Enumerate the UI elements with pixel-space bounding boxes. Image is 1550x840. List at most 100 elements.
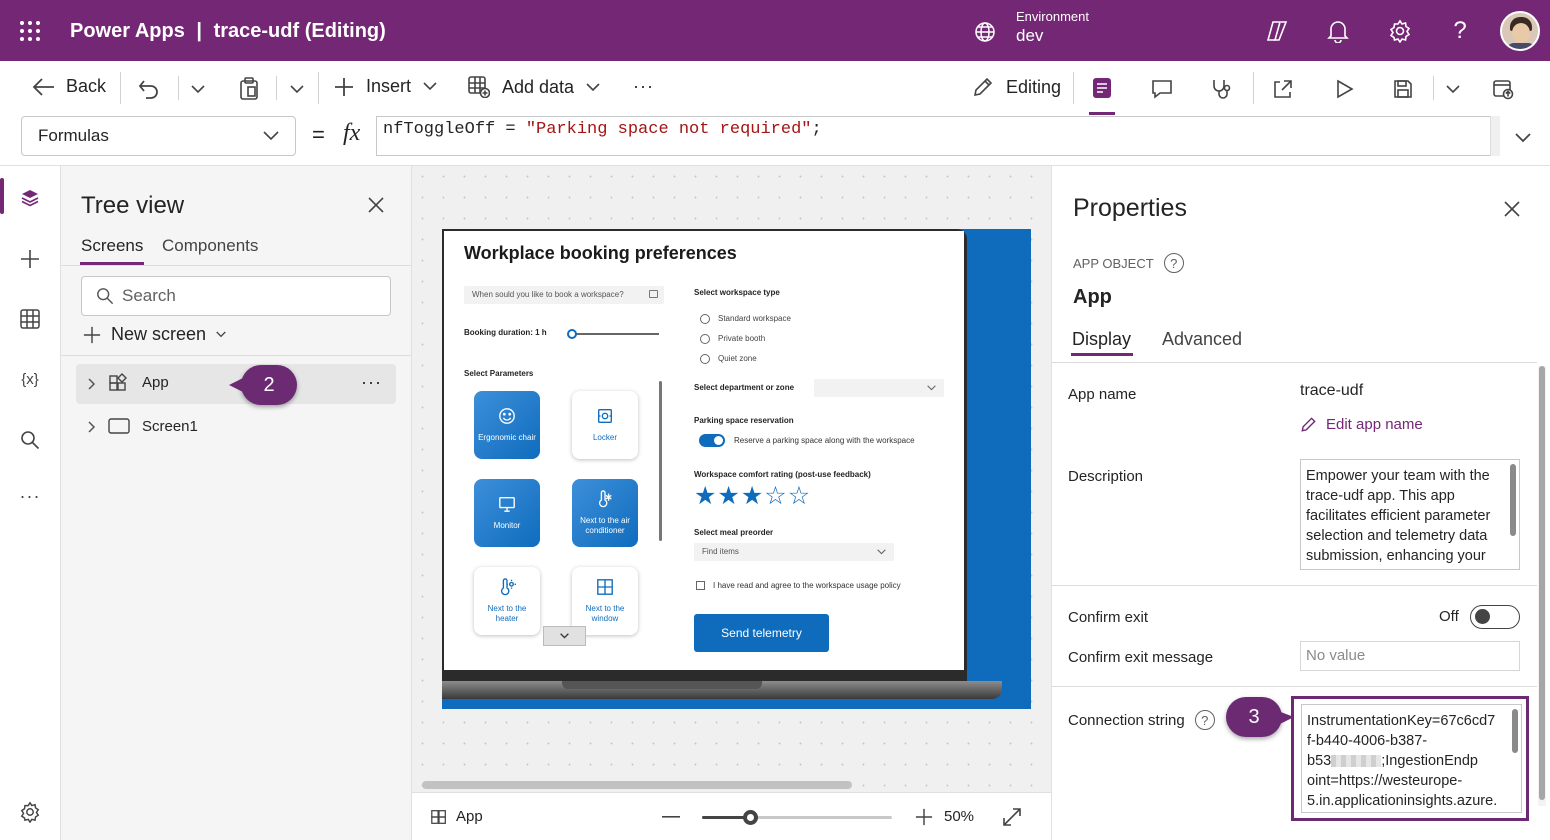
tab-display[interactable]: Display <box>1072 329 1131 350</box>
publish-icon[interactable] <box>1490 76 1516 102</box>
zoom-out-icon[interactable] <box>662 816 680 818</box>
tree-item-screen1[interactable]: Screen1 <box>76 407 396 445</box>
close-icon[interactable] <box>365 194 387 216</box>
undo-chevron-down-icon[interactable] <box>188 79 208 99</box>
globe-icon[interactable] <box>973 20 997 44</box>
more-commands-button[interactable]: ··· <box>633 76 654 97</box>
department-dropdown[interactable] <box>814 379 944 397</box>
star-filled-icon[interactable]: ★ <box>694 482 717 510</box>
textarea-scrollbar[interactable] <box>1510 464 1516 536</box>
send-telemetry-label: Send telemetry <box>721 626 802 640</box>
parameter-tile[interactable]: Locker <box>572 391 638 459</box>
duration-slider[interactable] <box>566 329 659 339</box>
zoom-slider[interactable] <box>702 810 892 825</box>
policy-checkbox[interactable]: I have read and agree to the workspace u… <box>696 581 901 590</box>
parking-toggle[interactable] <box>699 434 725 447</box>
expand-formula-chevron-icon[interactable] <box>1512 128 1534 148</box>
chevron-down-icon <box>877 549 886 555</box>
save-icon[interactable] <box>1390 76 1416 102</box>
data-table-icon[interactable] <box>18 307 42 331</box>
bell-icon[interactable] <box>1325 18 1351 44</box>
radio-option[interactable]: Quiet zone <box>700 349 791 369</box>
description-textarea[interactable]: Empower your team with the trace-udf app… <box>1300 459 1520 570</box>
editing-mode-button[interactable]: Editing <box>972 76 1061 98</box>
confirm-exit-toggle[interactable] <box>1470 605 1520 629</box>
radio-option[interactable]: Standard workspace <box>700 309 791 329</box>
formula-scrollbar[interactable] <box>1490 116 1500 156</box>
parameter-tile[interactable]: Ergonomic chair <box>474 391 540 459</box>
gallery-scrollbar[interactable] <box>659 381 662 541</box>
layers-icon[interactable] <box>18 186 42 210</box>
share-icon[interactable] <box>1270 76 1296 102</box>
star-filled-icon[interactable]: ★ <box>717 482 740 510</box>
tab-components[interactable]: Components <box>162 236 258 256</box>
star-filled-icon[interactable]: ★ <box>741 482 764 510</box>
panel-scrollbar-thumb[interactable] <box>1539 366 1545 800</box>
parameter-tile[interactable]: Monitor <box>474 479 540 547</box>
slider-thumb[interactable] <box>566 329 577 339</box>
help-icon[interactable]: ? <box>1447 16 1473 46</box>
zoom-in-icon[interactable] <box>915 808 933 826</box>
when-input[interactable]: When sould you like to book a workspace? <box>464 286 664 304</box>
close-icon[interactable] <box>1501 198 1523 220</box>
save-chevron-down-icon[interactable] <box>1443 79 1463 99</box>
tab-screens[interactable]: Screens <box>81 236 143 262</box>
search-icon[interactable] <box>18 428 42 452</box>
undo-icon[interactable] <box>136 76 162 102</box>
variables-icon[interactable]: {x} <box>16 366 44 392</box>
chevron-right-icon[interactable] <box>88 421 96 433</box>
app-screen[interactable]: Workplace booking preferences When sould… <box>442 229 1031 709</box>
insert-button[interactable]: Insert <box>334 76 437 97</box>
formula-input[interactable]: nfToggleOff = "Parking space not require… <box>376 116 1500 156</box>
paste-chevron-down-icon[interactable] <box>287 79 307 99</box>
divider <box>276 76 277 100</box>
send-telemetry-button[interactable]: Send telemetry <box>694 614 829 652</box>
chevron-right-icon[interactable] <box>88 378 96 390</box>
confirm-exit-message-input[interactable]: No value <box>1300 641 1520 671</box>
app-launcher-icon[interactable] <box>16 17 44 45</box>
gear-icon[interactable] <box>1387 18 1413 44</box>
left-rail: {x} ··· <box>0 166 61 840</box>
confirm-exit-message-label: Confirm exit message <box>1068 649 1214 666</box>
parameter-tile[interactable]: Next to the heater <box>474 567 540 635</box>
fit-to-window-icon[interactable] <box>1002 807 1022 827</box>
property-dropdown[interactable]: Formulas <box>21 116 296 156</box>
avatar[interactable] <box>1500 11 1540 51</box>
connection-string-textarea[interactable]: InstrumentationKey=67c6cd7 f-b440-4006-b… <box>1301 704 1522 813</box>
gallery-scroll-down-button[interactable] <box>543 626 586 646</box>
star-empty-icon[interactable]: ☆ <box>764 482 787 510</box>
help-circle-icon[interactable]: ? <box>1194 710 1215 730</box>
radio-option[interactable]: Private booth <box>700 329 791 349</box>
meal-combobox[interactable]: Find items <box>694 543 894 561</box>
copilot-icon[interactable] <box>1264 18 1290 44</box>
parameter-tile[interactable]: Next to the air conditioner <box>572 479 638 547</box>
comment-icon[interactable] <box>1149 76 1175 102</box>
star-empty-icon[interactable]: ☆ <box>788 482 811 510</box>
active-indicator <box>1089 112 1115 115</box>
zoom-slider-thumb[interactable] <box>742 810 758 825</box>
edit-app-name-link[interactable]: Edit app name <box>1300 416 1423 433</box>
app-checker-note-icon[interactable] <box>1088 74 1116 102</box>
back-button[interactable]: Back <box>32 76 106 97</box>
search-input[interactable]: Search <box>81 276 391 316</box>
item-more-button[interactable]: ··· <box>361 372 382 393</box>
textarea-scrollbar[interactable] <box>1512 709 1518 753</box>
redacted-blur <box>1331 755 1382 768</box>
paste-icon[interactable] <box>236 76 262 102</box>
parameter-tile[interactable]: Next to the window <box>572 567 638 635</box>
stethoscope-icon[interactable] <box>1208 76 1234 102</box>
environment-picker[interactable]: Environment dev <box>1016 9 1089 46</box>
help-circle-icon[interactable]: ? <box>1163 253 1184 273</box>
add-data-button[interactable]: Add data <box>468 76 600 98</box>
play-icon[interactable] <box>1332 76 1358 102</box>
status-screen-name[interactable]: App <box>456 808 483 825</box>
canvas-horizontal-scrollbar[interactable] <box>422 781 852 789</box>
insert-plus-icon[interactable] <box>18 247 42 271</box>
settings-gear-icon[interactable] <box>18 800 42 824</box>
app-components-icon <box>109 373 127 391</box>
more-icon[interactable]: ··· <box>18 484 42 508</box>
add-data-label: Add data <box>502 76 575 97</box>
new-screen-button[interactable]: New screen <box>83 324 226 345</box>
rating-stars[interactable]: ★★★☆☆ <box>694 481 811 511</box>
tab-advanced[interactable]: Advanced <box>1162 329 1242 350</box>
